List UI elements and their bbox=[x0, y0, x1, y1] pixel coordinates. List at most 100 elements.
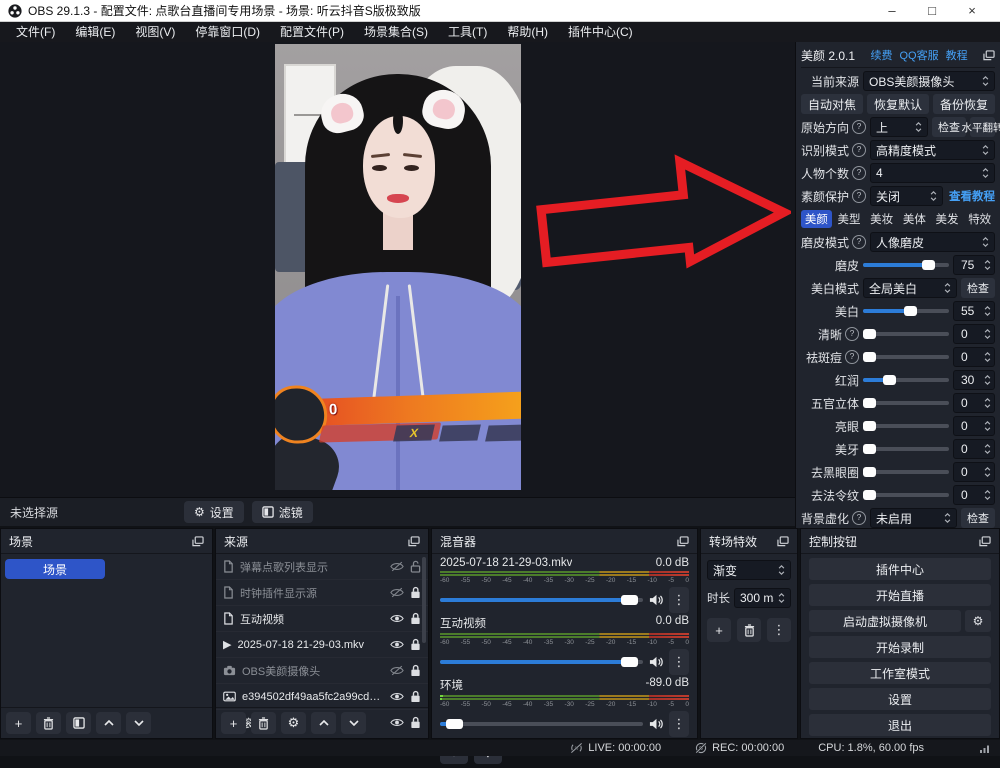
rosy-slider[interactable] bbox=[863, 378, 949, 382]
start-streaming-button[interactable]: 开始直播 bbox=[809, 584, 991, 606]
source-row[interactable]: 互动视频 bbox=[216, 606, 428, 632]
virtual-camera-settings-button[interactable]: ⚙ bbox=[965, 610, 991, 632]
horizontal-flip-button[interactable]: 水平翻转 bbox=[970, 117, 995, 137]
current-source-select[interactable]: OBS美颜摄像头 bbox=[863, 71, 995, 91]
clarity-value[interactable]: 0 bbox=[953, 324, 995, 344]
source-row[interactable]: OBS美颜摄像头 bbox=[216, 658, 428, 684]
smile-lines-value[interactable]: 0 bbox=[953, 485, 995, 505]
tab-reshape[interactable]: 美型 bbox=[834, 210, 865, 228]
volume-slider[interactable] bbox=[440, 660, 643, 664]
menu-help[interactable]: 帮助(H) bbox=[497, 22, 558, 42]
popout-icon[interactable] bbox=[777, 536, 789, 547]
smooth-mode-select[interactable]: 人像磨皮 bbox=[870, 232, 995, 252]
menu-scene-collection[interactable]: 场景集合(S) bbox=[354, 22, 438, 42]
add-scene-button[interactable]: + bbox=[6, 712, 31, 734]
eye-slash-icon[interactable] bbox=[390, 561, 404, 572]
white-mode-select[interactable]: 全局美白 bbox=[863, 278, 957, 298]
source-properties-button[interactable]: ⚙ bbox=[281, 712, 306, 734]
whiten-slider[interactable] bbox=[863, 309, 949, 313]
whiten-value[interactable]: 55 bbox=[953, 301, 995, 321]
remove-scene-button[interactable] bbox=[36, 712, 61, 734]
unlock-icon[interactable] bbox=[410, 560, 421, 573]
help-icon[interactable]: ? bbox=[852, 166, 866, 180]
white-check-button[interactable]: 检查 bbox=[961, 278, 995, 298]
maximize-button[interactable]: □ bbox=[912, 0, 952, 22]
popout-icon[interactable] bbox=[979, 536, 991, 547]
eye-icon[interactable] bbox=[390, 639, 404, 650]
help-icon[interactable]: ? bbox=[852, 511, 866, 525]
bg-blur-select[interactable]: 未启用 bbox=[870, 508, 957, 528]
bright-eyes-slider[interactable] bbox=[863, 424, 949, 428]
exit-button[interactable]: 退出 bbox=[809, 714, 991, 736]
menu-profile[interactable]: 配置文件(P) bbox=[270, 22, 354, 42]
blemish-slider[interactable] bbox=[863, 355, 949, 359]
backup-restore-button[interactable]: 备份恢复 bbox=[933, 94, 995, 114]
eye-slash-icon[interactable] bbox=[390, 587, 404, 598]
move-source-up-button[interactable] bbox=[311, 712, 336, 734]
dark-circles-slider[interactable] bbox=[863, 470, 949, 474]
remove-transition-button[interactable] bbox=[737, 618, 761, 642]
contour-value[interactable]: 0 bbox=[953, 393, 995, 413]
qq-support-link[interactable]: QQ客服 bbox=[899, 47, 938, 63]
smooth-value[interactable]: 75 bbox=[953, 255, 995, 275]
source-row[interactable]: 弹幕点歌列表显示 bbox=[216, 554, 428, 580]
popout-icon[interactable] bbox=[677, 536, 689, 547]
tab-hair[interactable]: 美发 bbox=[932, 210, 963, 228]
menu-tools[interactable]: 工具(T) bbox=[438, 22, 497, 42]
plugin-center-button[interactable]: 插件中心 bbox=[809, 558, 991, 580]
contour-slider[interactable] bbox=[863, 401, 949, 405]
move-scene-down-button[interactable] bbox=[126, 712, 151, 734]
move-source-down-button[interactable] bbox=[341, 712, 366, 734]
tab-makeup[interactable]: 美妆 bbox=[866, 210, 897, 228]
eye-slash-icon[interactable] bbox=[390, 665, 404, 676]
autofocus-button[interactable]: 自动对焦 bbox=[801, 94, 863, 114]
lock-icon[interactable] bbox=[410, 586, 421, 599]
speaker-icon[interactable] bbox=[649, 594, 663, 606]
teeth-slider[interactable] bbox=[863, 447, 949, 451]
renew-link[interactable]: 续费 bbox=[870, 47, 892, 63]
menu-file[interactable]: 文件(F) bbox=[6, 22, 65, 42]
source-settings-button[interactable]: ⚙ 设置 bbox=[184, 501, 244, 523]
studio-mode-button[interactable]: 工作室模式 bbox=[809, 662, 991, 684]
smile-lines-slider[interactable] bbox=[863, 493, 949, 497]
channel-menu-button[interactable]: ⋮ bbox=[669, 649, 689, 675]
move-scene-up-button[interactable] bbox=[96, 712, 121, 734]
help-icon[interactable]: ? bbox=[845, 327, 859, 341]
minimize-button[interactable]: – bbox=[872, 0, 912, 22]
source-filters-button[interactable]: 滤镜 bbox=[252, 501, 313, 523]
speaker-icon[interactable] bbox=[649, 656, 663, 668]
start-recording-button[interactable]: 开始录制 bbox=[809, 636, 991, 658]
help-icon[interactable]: ? bbox=[852, 143, 866, 157]
menu-docks[interactable]: 停靠窗口(D) bbox=[185, 22, 270, 42]
makeup-protect-select[interactable]: 关闭 bbox=[870, 186, 943, 206]
scene-item-selected[interactable]: 场景 bbox=[5, 559, 105, 579]
add-source-button[interactable]: + bbox=[221, 712, 246, 734]
source-row[interactable]: ▶ 2025-07-18 21-29-03.mkv bbox=[216, 632, 428, 658]
clarity-slider[interactable] bbox=[863, 332, 949, 336]
help-icon[interactable]: ? bbox=[852, 120, 866, 134]
lock-icon[interactable] bbox=[410, 664, 421, 677]
blemish-value[interactable]: 0 bbox=[953, 347, 995, 367]
help-icon[interactable]: ? bbox=[852, 235, 866, 249]
smooth-slider[interactable] bbox=[863, 263, 949, 267]
volume-slider[interactable] bbox=[440, 598, 643, 602]
help-icon[interactable]: ? bbox=[845, 350, 859, 364]
sources-scrollbar[interactable] bbox=[422, 557, 426, 643]
help-icon[interactable]: ? bbox=[852, 189, 866, 203]
popout-icon[interactable] bbox=[983, 50, 995, 61]
lock-icon[interactable] bbox=[410, 690, 421, 703]
menu-edit[interactable]: 编辑(E) bbox=[65, 22, 125, 42]
close-button[interactable]: × bbox=[952, 0, 992, 22]
eye-icon[interactable] bbox=[390, 691, 404, 702]
speaker-icon[interactable] bbox=[649, 718, 663, 730]
scene-filters-button[interactable] bbox=[66, 712, 91, 734]
popout-icon[interactable] bbox=[408, 536, 420, 547]
start-virtual-camera-button[interactable]: 启动虚拟摄像机 bbox=[809, 610, 961, 632]
eye-icon[interactable] bbox=[390, 613, 404, 624]
remove-source-button[interactable] bbox=[251, 712, 276, 734]
channel-menu-button[interactable]: ⋮ bbox=[669, 587, 689, 613]
menu-view[interactable]: 视图(V) bbox=[125, 22, 185, 42]
detect-mode-select[interactable]: 高精度模式 bbox=[870, 140, 995, 160]
bright-eyes-value[interactable]: 0 bbox=[953, 416, 995, 436]
tab-effects[interactable]: 特效 bbox=[964, 210, 995, 228]
